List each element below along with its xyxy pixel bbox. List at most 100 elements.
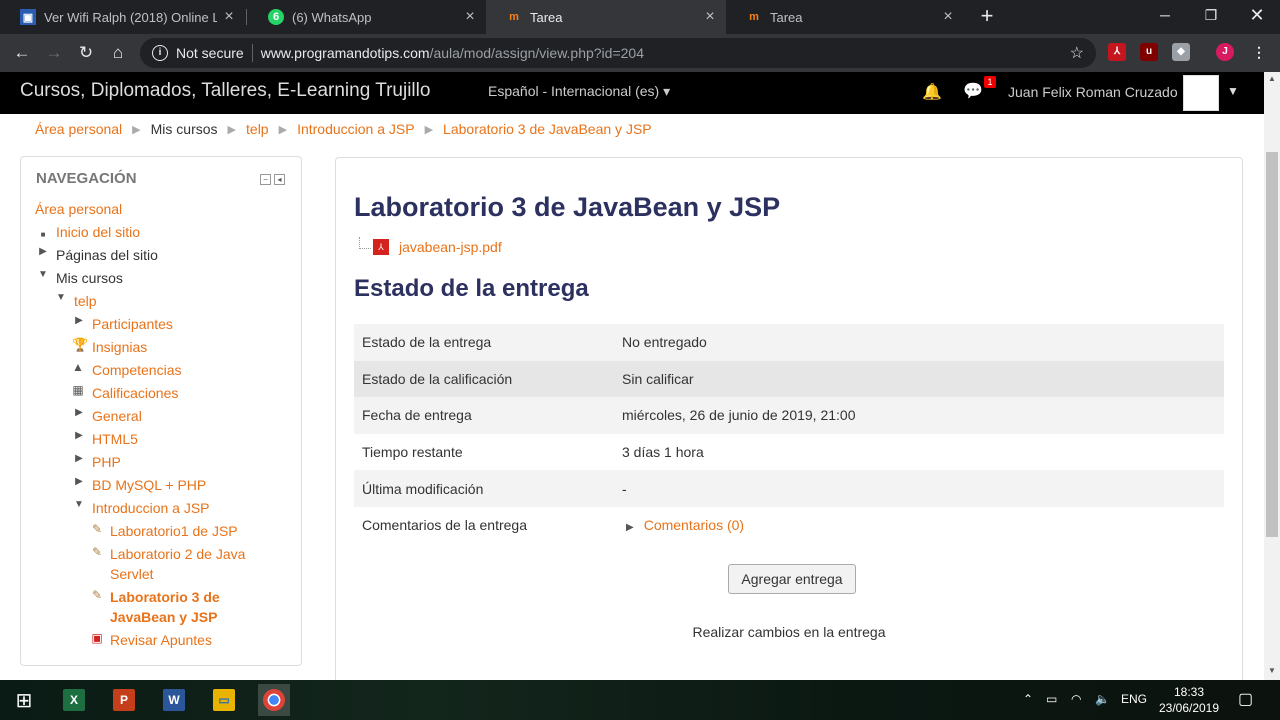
expand-arrow-icon[interactable]: ▶ (73, 430, 85, 441)
clock[interactable]: 18:33 23/06/2019 (1152, 684, 1226, 716)
scroll-up-icon[interactable]: ▲ (1268, 74, 1276, 83)
breadcrumb-item[interactable]: Laboratorio 3 de JavaBean y JSP (443, 121, 652, 139)
dock-block-icon[interactable]: ◂ (274, 174, 285, 185)
profile-avatar[interactable]: J (1216, 43, 1234, 61)
expand-arrow-icon[interactable]: ▶ (73, 407, 85, 418)
nav-item-competencias[interactable]: Competencias (92, 360, 182, 380)
expand-arrow-icon[interactable]: ▶ (73, 315, 85, 326)
browser-tab[interactable]: 6 (6) WhatsApp × (248, 0, 486, 34)
browser-tab-strip: ▣ Ver Wifi Ralph (2018) Online Latin × 6… (0, 0, 1280, 34)
site-title[interactable]: Cursos, Diplomados, Talleres, E-Learning… (20, 80, 430, 102)
breadcrumb-item[interactable]: telp (246, 121, 269, 139)
language-indicator[interactable]: ENG (1121, 692, 1147, 706)
restore-icon[interactable]: ❐ (1188, 0, 1234, 30)
nav-item-laboratorio3-line2[interactable]: JavaBean y JSP (110, 607, 217, 627)
comments-cell[interactable]: ▶ Comentarios (0) (614, 507, 1224, 544)
nav-item-revisar-apuntes[interactable]: Revisar Apuntes (110, 630, 212, 650)
reload-icon[interactable]: ↻ (74, 41, 98, 65)
new-tab-button[interactable]: + (975, 4, 999, 28)
wifi-icon[interactable]: ◠ (1071, 692, 1081, 706)
powerpoint-icon[interactable]: P (108, 684, 140, 716)
chrome-menu-icon[interactable]: ⋮ (1250, 43, 1268, 61)
user-name[interactable]: Juan Felix Roman Cruzado (1008, 84, 1178, 100)
table-row: Estado de la calificación Sin calificar (354, 360, 1224, 398)
close-tab-icon[interactable]: × (217, 8, 241, 26)
nav-item-telp[interactable]: telp (74, 291, 97, 311)
close-window-icon[interactable]: ✕ (1234, 0, 1280, 30)
word-icon[interactable]: W (158, 684, 190, 716)
forward-icon[interactable]: → (42, 41, 66, 65)
nav-item-introduccion-jsp[interactable]: Introduccion a JSP (92, 498, 210, 518)
minimize-icon[interactable]: ─ (1142, 0, 1188, 30)
notifications-bell-icon[interactable]: 🔔 (922, 82, 942, 102)
cube-extension-icon[interactable]: ◆ (1172, 43, 1190, 61)
attachment-row[interactable]: ⅄ javabean-jsp.pdf (359, 237, 502, 255)
close-tab-icon[interactable]: × (698, 8, 722, 26)
collapse-block-icon[interactable]: − (260, 174, 271, 185)
whatsapp-favicon-icon: 6 (268, 9, 284, 25)
chrome-taskbar-icon[interactable] (258, 684, 290, 716)
close-tab-icon[interactable]: × (936, 8, 960, 26)
pdf-extension-icon[interactable]: ⅄ (1108, 43, 1126, 61)
page-scrollbar[interactable]: ▲ ▼ (1264, 72, 1280, 680)
breadcrumb-separator-icon: ▶ (227, 124, 237, 136)
collapse-arrow-icon[interactable]: ▼ (55, 292, 67, 303)
nav-item-mis-cursos[interactable]: Mis cursos (56, 268, 123, 288)
user-avatar[interactable] (1183, 75, 1219, 111)
attachment-link[interactable]: javabean-jsp.pdf (399, 239, 502, 255)
comments-link[interactable]: Comentarios (0) (644, 517, 744, 533)
security-label: Not secure (176, 45, 244, 61)
nav-item-paginas[interactable]: Páginas del sitio (56, 245, 158, 265)
divider (251, 44, 253, 62)
pdf-file-icon: ⅄ (373, 239, 389, 255)
browser-tab-active[interactable]: m Tarea × (486, 0, 726, 34)
close-tab-icon[interactable]: × (458, 8, 482, 26)
info-icon[interactable]: i (152, 45, 168, 61)
battery-icon[interactable]: ▭ (1046, 692, 1057, 706)
tray-chevron-icon[interactable]: ⌃ (1023, 692, 1033, 706)
nav-item-html5[interactable]: HTML5 (92, 429, 138, 449)
address-bar[interactable]: i Not secure www.programandotips.com /au… (140, 38, 1096, 68)
expand-arrow-icon[interactable]: ▶ (73, 453, 85, 464)
messages-icon[interactable]: 💬 (963, 81, 983, 101)
excel-icon[interactable]: X (58, 684, 90, 716)
expand-arrow-icon[interactable]: ▶ (37, 246, 49, 257)
nav-item-bd-mysql[interactable]: BD MySQL + PHP (92, 475, 206, 495)
tab-divider (246, 9, 247, 25)
breadcrumb-item[interactable]: Área personal (35, 121, 122, 139)
block-title: NAVEGACIÓN (36, 170, 137, 187)
nav-item-php[interactable]: PHP (92, 452, 121, 472)
user-menu-caret-icon[interactable]: ▼ (1227, 84, 1239, 98)
breadcrumb-item[interactable]: Introduccion a JSP (297, 121, 415, 139)
windows-start-icon[interactable]: ⊞ (8, 684, 40, 716)
browser-tab[interactable]: m Tarea × (726, 0, 964, 34)
nav-item-inicio[interactable]: Inicio del sitio (56, 222, 140, 242)
language-menu[interactable]: Español - Internacional (es) ▾ (488, 83, 670, 100)
expand-arrow-icon[interactable]: ▶ (626, 522, 634, 533)
scrollbar-thumb[interactable] (1266, 152, 1278, 537)
file-explorer-icon[interactable]: ▭ (208, 684, 240, 716)
ublock-extension-icon[interactable]: u (1140, 43, 1158, 61)
nav-item-laboratorio1[interactable]: Laboratorio1 de JSP (110, 521, 238, 541)
nav-item-general[interactable]: General (92, 406, 142, 426)
nav-item-laboratorio2-line2[interactable]: Servlet (110, 564, 154, 584)
moodle-favicon-icon: m (509, 11, 519, 23)
volume-icon[interactable]: 🔈 (1095, 692, 1110, 706)
nav-item-laboratorio2[interactable]: Laboratorio 2 de Java (110, 544, 245, 564)
home-icon[interactable]: ⌂ (106, 41, 130, 65)
browser-tab[interactable]: ▣ Ver Wifi Ralph (2018) Online Latin × (0, 0, 245, 34)
collapse-arrow-icon[interactable]: ▼ (73, 499, 85, 510)
add-submission-button[interactable]: Agregar entrega (728, 564, 856, 594)
nav-item-area-personal[interactable]: Área personal (35, 199, 122, 219)
expand-arrow-icon[interactable]: ▶ (73, 476, 85, 487)
scroll-down-icon[interactable]: ▼ (1268, 666, 1276, 675)
nav-item-calificaciones[interactable]: Calificaciones (92, 383, 178, 403)
nav-item-insignias[interactable]: Insignias (92, 337, 147, 357)
action-center-icon[interactable]: ▢ (1238, 689, 1253, 709)
nav-item-laboratorio3-current[interactable]: Laboratorio 3 de (110, 587, 220, 607)
collapse-arrow-icon[interactable]: ▼ (37, 269, 49, 280)
back-icon[interactable]: ← (10, 41, 34, 65)
bookmark-star-icon[interactable]: ☆ (1070, 43, 1084, 63)
nav-item-participantes[interactable]: Participantes (92, 314, 173, 334)
browser-toolbar: ← → ↻ ⌂ i Not secure www.programandotips… (0, 34, 1280, 72)
